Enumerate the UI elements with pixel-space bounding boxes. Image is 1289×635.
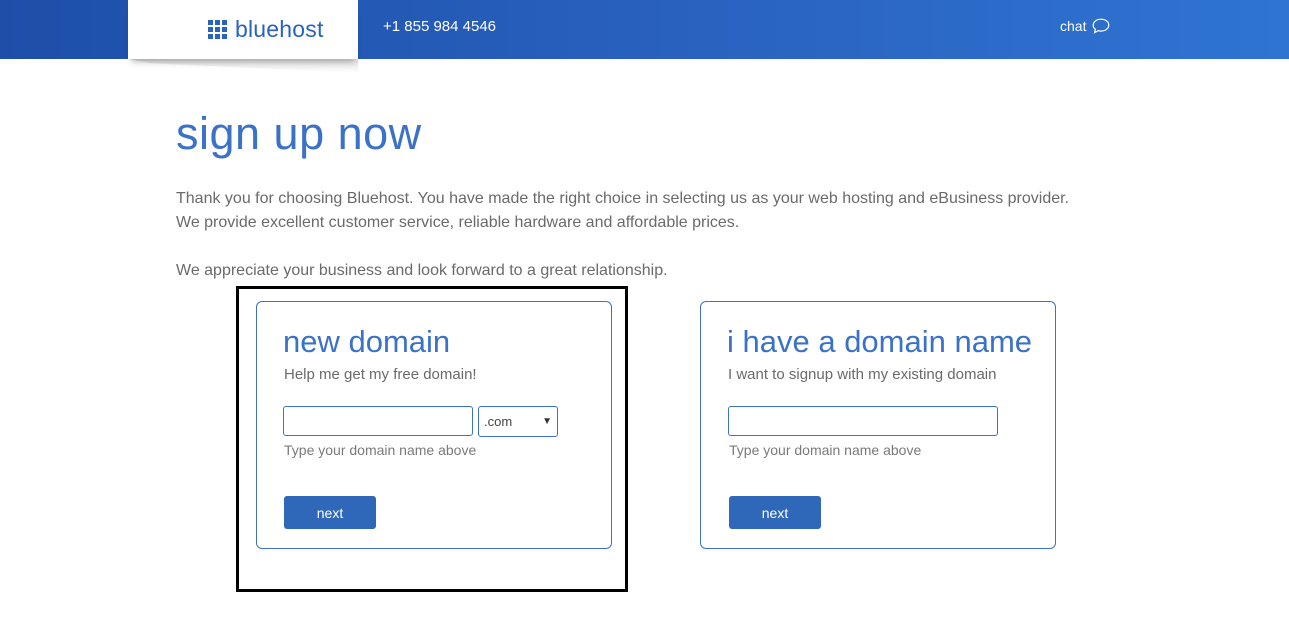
existing-domain-title: i have a domain name xyxy=(727,324,1033,359)
existing-domain-next-button[interactable]: next xyxy=(729,496,821,529)
new-domain-hint: Type your domain name above xyxy=(284,442,477,458)
tld-selected-value: .com xyxy=(484,414,513,429)
new-domain-next-button[interactable]: next xyxy=(284,496,376,529)
existing-domain-subtitle: I want to signup with my existing domain xyxy=(728,366,997,383)
new-domain-title: new domain xyxy=(283,324,451,359)
chat-bubble-icon xyxy=(1093,18,1110,34)
grid-logo-icon xyxy=(208,19,227,39)
existing-domain-card: i have a domain name I want to signup wi… xyxy=(700,301,1056,549)
phone-number[interactable]: +1 855 984 4546 xyxy=(383,18,496,35)
intro-line-1: Thank you for choosing Bluehost. You hav… xyxy=(176,190,1069,207)
chat-link[interactable]: chat xyxy=(1060,18,1110,34)
bluehost-logo[interactable]: bluehost xyxy=(208,15,324,43)
tld-select[interactable]: .com ▼ xyxy=(478,406,558,437)
logo-tab: bluehost xyxy=(128,0,358,59)
chat-label: chat xyxy=(1060,18,1087,34)
logo-text: bluehost xyxy=(235,15,324,42)
new-domain-subtitle: Help me get my free domain! xyxy=(284,366,477,383)
top-header: bluehost +1 855 984 4546 chat xyxy=(0,0,1289,59)
page-title: sign up now xyxy=(176,108,422,159)
caret-down-icon: ▼ xyxy=(542,416,552,427)
intro-text: Thank you for choosing Bluehost. You hav… xyxy=(176,187,1136,283)
intro-line-3: We appreciate your business and look for… xyxy=(176,262,668,279)
existing-domain-input[interactable] xyxy=(728,406,998,436)
intro-line-2: We provide excellent customer service, r… xyxy=(176,214,740,231)
new-domain-card: new domain Help me get my free domain! .… xyxy=(256,301,612,549)
existing-domain-hint: Type your domain name above xyxy=(729,442,922,458)
new-domain-input[interactable] xyxy=(283,406,473,436)
